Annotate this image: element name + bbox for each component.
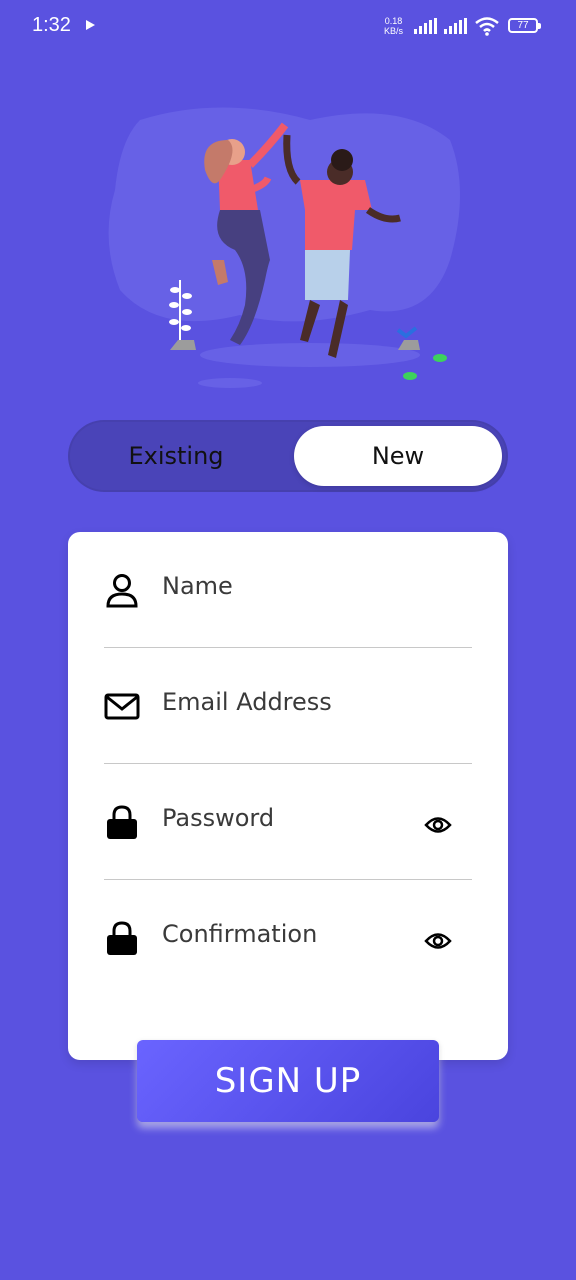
eye-icon[interactable] bbox=[424, 930, 452, 952]
password-field[interactable]: Password bbox=[104, 764, 472, 880]
play-icon bbox=[86, 20, 95, 30]
lock-icon bbox=[107, 921, 137, 955]
signup-form-card: Name Email Address Password Confirmation bbox=[68, 532, 508, 1060]
user-icon bbox=[106, 574, 138, 608]
signal-icon bbox=[414, 18, 437, 34]
tab-existing[interactable]: Existing bbox=[76, 426, 276, 486]
net-speed: 0.18 KB/s bbox=[384, 16, 403, 36]
eye-icon[interactable] bbox=[424, 814, 452, 836]
name-placeholder: Name bbox=[162, 572, 233, 600]
battery-icon: 77 bbox=[508, 18, 541, 33]
confirmation-placeholder: Confirmation bbox=[162, 920, 318, 948]
name-field[interactable]: Name bbox=[104, 532, 472, 648]
high-five-illustration bbox=[108, 107, 461, 388]
lock-icon bbox=[107, 805, 137, 839]
email-field[interactable]: Email Address bbox=[104, 648, 472, 764]
wifi-icon bbox=[475, 17, 499, 36]
net-speed-value: 0.18 bbox=[384, 16, 403, 26]
tab-new[interactable]: New bbox=[294, 426, 502, 486]
mail-icon bbox=[104, 693, 140, 720]
signal-icon-2 bbox=[444, 18, 467, 34]
email-placeholder: Email Address bbox=[162, 688, 332, 716]
password-placeholder: Password bbox=[162, 804, 275, 832]
net-speed-unit: KB/s bbox=[384, 26, 404, 36]
account-type-toggle: Existing New bbox=[68, 420, 508, 492]
status-time: 1:32 bbox=[32, 14, 71, 36]
confirmation-field[interactable]: Confirmation bbox=[104, 880, 472, 996]
signup-button[interactable]: SIGN UP bbox=[137, 1040, 439, 1122]
status-bar: 1:32 0.18 KB/s 77 bbox=[0, 0, 576, 56]
